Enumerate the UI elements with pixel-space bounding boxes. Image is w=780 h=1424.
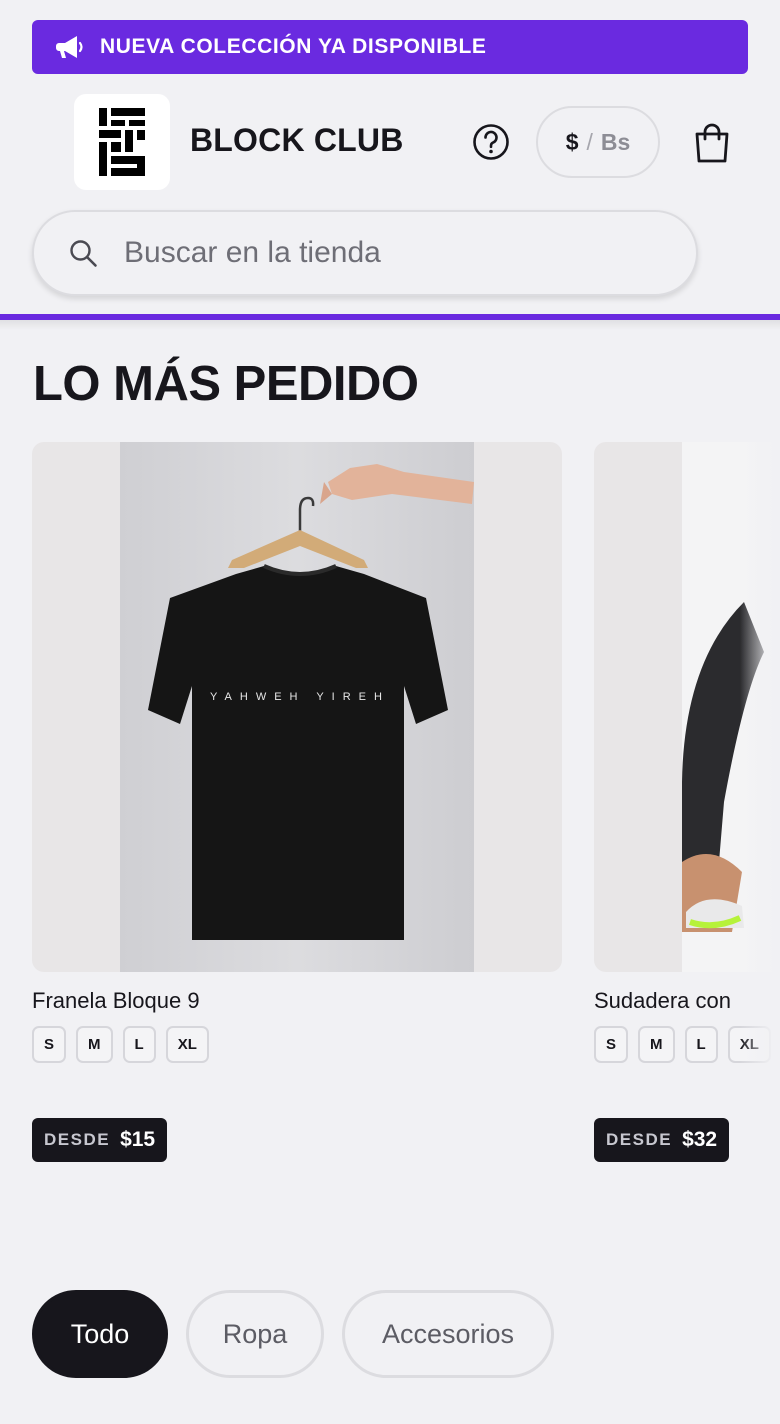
product-carousel[interactable]: YAHWEH YIREH Franela Bloque 9 S M L XL D… [0,440,780,1180]
price-label: DESDE [606,1130,673,1149]
tshirt-photo: YAHWEH YIREH [120,442,474,972]
announcement-text: NUEVA COLECCIÓN YA DISPONIBLE [100,35,487,58]
logo-mark [99,108,145,176]
search-bar[interactable] [32,210,698,296]
price-badge: DESDE $32 [594,1118,730,1162]
size-options: S M L XL [32,1026,562,1063]
currency-bs[interactable]: Bs [601,129,630,156]
product-name[interactable]: Franela Bloque 9 [32,988,562,1014]
price-value: $32 [682,1128,718,1151]
filter-chip-ropa[interactable]: Ropa [186,1290,324,1378]
shopping-bag-icon[interactable] [692,120,732,164]
brand-logo[interactable] [74,94,170,190]
shirt-print-text: YAHWEH YIREH [210,691,390,703]
carousel-fade [740,440,780,1180]
size-option-m[interactable]: M [76,1026,113,1063]
size-option-xl[interactable]: XL [165,1026,209,1063]
price-badge: DESDE $15 [32,1118,168,1162]
product-image[interactable]: YAHWEH YIREH [32,442,562,972]
category-filters: Todo Ropa Accesorios [32,1290,572,1378]
question-circle-icon[interactable] [472,123,510,161]
brand-name[interactable]: BLOCK CLUB [190,122,404,159]
currency-toggle[interactable]: $ / Bs [536,106,660,178]
size-option-m[interactable]: M [638,1026,675,1063]
search-icon [70,240,97,267]
filter-chip-todo[interactable]: Todo [32,1290,168,1378]
size-option-s[interactable]: S [594,1026,629,1063]
price-label: DESDE [44,1130,111,1149]
megaphone-icon [56,36,83,58]
price-value: $15 [120,1128,156,1151]
currency-usd[interactable]: $ [566,129,579,156]
announcement-bar[interactable]: NUEVA COLECCIÓN YA DISPONIBLE [32,20,748,74]
filter-chip-accesorios[interactable]: Accesorios [342,1290,554,1378]
product-card[interactable]: YAHWEH YIREH Franela Bloque 9 S M L XL [32,442,562,1063]
section-title: LO MÁS PEDIDO [33,357,419,411]
size-option-l[interactable]: L [122,1026,156,1063]
search-input[interactable] [124,236,644,270]
currency-separator: / [586,128,593,155]
size-option-l[interactable]: L [684,1026,718,1063]
size-option-s[interactable]: S [32,1026,67,1063]
